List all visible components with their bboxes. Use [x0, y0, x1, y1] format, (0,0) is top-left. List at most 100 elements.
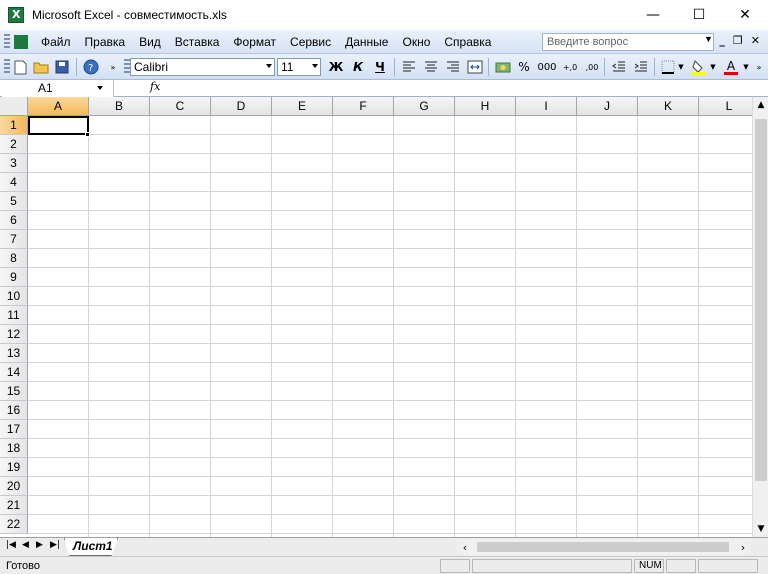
vertical-scrollbar[interactable]: ▲ ▼	[752, 97, 768, 537]
doc-restore-button[interactable]: ❐	[733, 34, 743, 47]
row-header-11[interactable]: 11	[0, 306, 28, 325]
column-header-h[interactable]: H	[455, 97, 516, 116]
fill-color-dropdown-icon[interactable]: ▼	[709, 58, 717, 76]
column-header-d[interactable]: D	[211, 97, 272, 116]
menu-data[interactable]: Данные	[338, 35, 395, 49]
toolbar-grip-handle[interactable]	[4, 59, 10, 75]
insert-function-icon[interactable]: fx	[150, 80, 160, 93]
excel-app-icon[interactable]	[8, 7, 24, 23]
row-header-8[interactable]: 8	[0, 249, 28, 268]
doc-minimize-button[interactable]: _	[719, 34, 725, 47]
row-header-4[interactable]: 4	[0, 173, 28, 192]
increase-decimal-button[interactable]: +,0	[560, 58, 580, 76]
column-header-f[interactable]: F	[333, 97, 394, 116]
align-left-icon[interactable]	[400, 58, 418, 76]
borders-icon[interactable]	[660, 58, 676, 76]
row-header-12[interactable]: 12	[0, 325, 28, 344]
menu-grip-handle[interactable]	[4, 33, 10, 50]
underline-button[interactable]: Ч	[372, 58, 388, 76]
toolbar-options-chevron-icon[interactable]: »	[108, 58, 118, 76]
row-header-6[interactable]: 6	[0, 211, 28, 230]
vertical-scroll-thumb[interactable]	[755, 119, 767, 481]
scroll-right-arrow-icon[interactable]: ›	[735, 539, 751, 555]
first-sheet-icon[interactable]: |◀	[6, 540, 16, 550]
row-header-22[interactable]: 22	[0, 515, 28, 534]
row-header-18[interactable]: 18	[0, 439, 28, 458]
menu-window[interactable]: Окно	[395, 35, 437, 49]
row-header-20[interactable]: 20	[0, 477, 28, 496]
column-header-i[interactable]: I	[516, 97, 577, 116]
menu-tools[interactable]: Сервис	[283, 35, 338, 49]
currency-format-icon[interactable]	[494, 58, 512, 76]
row-header-15[interactable]: 15	[0, 382, 28, 401]
save-icon[interactable]	[54, 58, 70, 76]
formula-input[interactable]	[170, 80, 768, 97]
row-header-19[interactable]: 19	[0, 458, 28, 477]
align-right-icon[interactable]	[444, 58, 462, 76]
decrease-indent-icon[interactable]	[610, 58, 628, 76]
doc-close-button[interactable]: ✕	[751, 34, 760, 47]
column-header-b[interactable]: B	[89, 97, 150, 116]
row-header-2[interactable]: 2	[0, 135, 28, 154]
menu-file[interactable]: Файл	[34, 35, 78, 49]
prev-sheet-icon[interactable]: ◀	[22, 540, 29, 550]
column-header-k[interactable]: K	[638, 97, 699, 116]
row-header-21[interactable]: 21	[0, 496, 28, 515]
font-color-button[interactable]: A	[722, 58, 740, 76]
increase-indent-icon[interactable]	[632, 58, 650, 76]
menu-view[interactable]: Вид	[132, 35, 168, 49]
name-box[interactable]: A1	[2, 80, 114, 97]
maximize-button[interactable]: ☐	[676, 0, 722, 30]
scroll-up-arrow-icon[interactable]: ▲	[753, 97, 768, 113]
new-document-icon[interactable]	[12, 58, 28, 76]
minimize-button[interactable]: —	[630, 0, 676, 30]
menu-format[interactable]: Формат	[226, 35, 283, 49]
borders-dropdown-icon[interactable]: ▼	[677, 58, 685, 76]
help-dropdown-icon[interactable]: ▼	[704, 34, 713, 44]
fill-color-icon[interactable]	[690, 58, 708, 76]
open-folder-icon[interactable]	[32, 58, 50, 76]
decrease-decimal-button[interactable]: ,00	[582, 58, 602, 76]
scroll-left-arrow-icon[interactable]: ‹	[457, 539, 473, 555]
align-center-icon[interactable]	[422, 58, 440, 76]
row-header-14[interactable]: 14	[0, 363, 28, 382]
row-header-3[interactable]: 3	[0, 154, 28, 173]
row-header-9[interactable]: 9	[0, 268, 28, 287]
column-header-g[interactable]: G	[394, 97, 455, 116]
percent-style-button[interactable]: %	[516, 58, 532, 76]
row-header-5[interactable]: 5	[0, 192, 28, 211]
font-color-dropdown-icon[interactable]: ▼	[742, 58, 750, 76]
sheet-tab-list1[interactable]: Лист1	[64, 538, 118, 556]
column-header-l[interactable]: L	[699, 97, 752, 116]
merge-center-icon[interactable]	[466, 58, 484, 76]
help-icon[interactable]: ?	[82, 58, 100, 76]
row-header-10[interactable]: 10	[0, 287, 28, 306]
horizontal-scroll-thumb[interactable]	[477, 542, 729, 552]
column-header-c[interactable]: C	[150, 97, 211, 116]
scroll-down-arrow-icon[interactable]: ▼	[753, 521, 768, 537]
menu-edit[interactable]: Правка	[78, 35, 133, 49]
column-header-a[interactable]: A	[28, 97, 89, 116]
thousands-separator-button[interactable]: 000	[536, 58, 558, 76]
fill-handle[interactable]	[85, 132, 90, 137]
last-sheet-icon[interactable]: ▶|	[50, 540, 60, 550]
workbook-icon[interactable]	[14, 34, 28, 49]
name-box-dropdown-icon[interactable]	[97, 86, 103, 90]
select-all-corner[interactable]	[0, 97, 28, 116]
help-question-input[interactable]: Введите вопрос	[542, 33, 714, 51]
menu-help[interactable]: Справка	[437, 35, 498, 49]
row-header-17[interactable]: 17	[0, 420, 28, 439]
row-header-16[interactable]: 16	[0, 401, 28, 420]
bold-button[interactable]: Ж	[328, 58, 344, 76]
next-sheet-icon[interactable]: ▶	[36, 540, 43, 550]
column-header-j[interactable]: J	[577, 97, 638, 116]
row-header-13[interactable]: 13	[0, 344, 28, 363]
column-header-e[interactable]: E	[272, 97, 333, 116]
row-header-1[interactable]: 1	[0, 116, 28, 135]
font-size-select[interactable]: 11	[277, 58, 321, 76]
row-header-7[interactable]: 7	[0, 230, 28, 249]
horizontal-scrollbar[interactable]: ‹ ›	[457, 539, 751, 555]
close-button[interactable]: ✕	[722, 0, 768, 30]
font-name-select[interactable]: Calibri	[130, 58, 275, 76]
worksheet-grid[interactable]: A B C D E F G H I J K L 1 2 3 4 5 6 7 8 9 10 11 12 13 14 15 16 17 18 1…	[0, 97, 752, 537]
